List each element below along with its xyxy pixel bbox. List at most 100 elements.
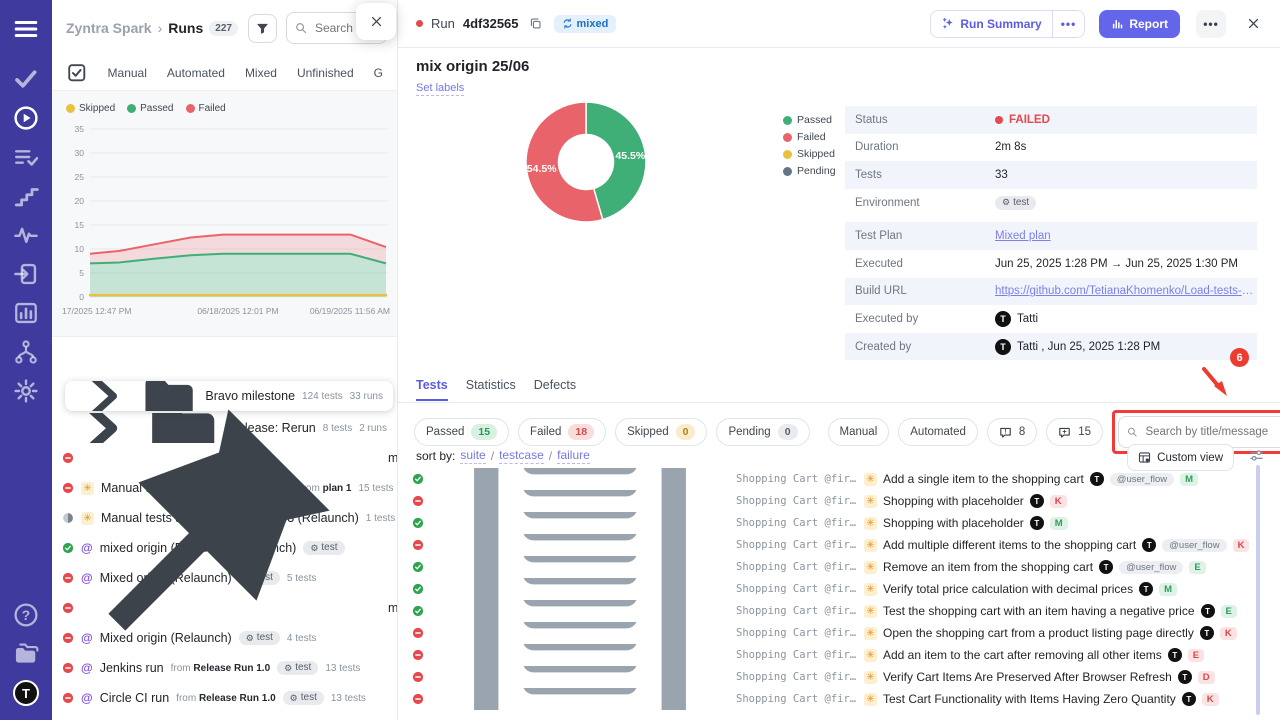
status-passed-icon [412, 517, 424, 529]
donut-legend-label: Skipped [797, 148, 835, 160]
clipboard-icon [430, 600, 730, 622]
sliders-icon[interactable] [1249, 448, 1264, 463]
test-row[interactable]: Shopping Cart @first...✳Verify Cart Item… [412, 666, 1256, 688]
rail-item-menu[interactable] [13, 16, 39, 42]
rail-item-activity[interactable] [13, 222, 39, 248]
run-detail-content: mix origin 25/06 Set labels 45.5%54.5% P… [398, 48, 1280, 720]
activity-icon [13, 222, 39, 248]
test-row[interactable]: Shopping Cart @first...✳Test Cart Functi… [412, 688, 1256, 710]
legend-dot [127, 104, 136, 113]
user-avatar: T [1168, 648, 1182, 662]
test-row[interactable]: Shopping Cart @first...✳Add multiple dif… [412, 534, 1256, 556]
tests-scrollbar[interactable] [1256, 465, 1260, 715]
more-actions-button[interactable]: ••• [1196, 10, 1226, 38]
svg-text:35: 35 [75, 124, 85, 134]
set-labels-link[interactable]: Set labels [416, 82, 464, 96]
test-row[interactable]: Shopping Cart @first...✳Remove an item f… [412, 556, 1256, 578]
test-row[interactable]: Shopping Cart @first...✳Add a single ite… [412, 468, 1256, 490]
svg-text:20: 20 [75, 196, 85, 206]
detail-link[interactable]: Mixed plan [995, 230, 1051, 242]
run-list-item[interactable]: @Circle CI runfrom Release Run 1.0⚙test1… [52, 683, 397, 713]
runs-tab-unfinished[interactable]: Unfinished [297, 66, 354, 80]
donut-legend-label: Failed [797, 131, 826, 143]
custom-view-button[interactable]: Custom view [1127, 444, 1234, 471]
pin-icon [54, 385, 354, 685]
rail-item-barchart[interactable] [13, 300, 39, 326]
sort-by-suite[interactable]: suite [460, 448, 485, 464]
rail-item-folders[interactable] [13, 641, 39, 667]
test-row[interactable]: Shopping Cart @first...✳Verify total pri… [412, 578, 1256, 600]
filter-passed-button[interactable]: Passed15 [414, 418, 509, 446]
filter-bubble-alert-button[interactable]: !8 [987, 418, 1037, 446]
filter-failed-button[interactable]: Failed18 [518, 418, 606, 446]
test-title: Shopping with placeholder [883, 494, 1024, 508]
rail-item-list-check[interactable] [13, 144, 39, 170]
test-tag: @user_flow [1119, 561, 1183, 574]
filter-skipped-button[interactable]: Skipped0 [615, 418, 707, 446]
filter-bubble-plus-button[interactable]: +15 [1046, 418, 1103, 446]
environment-label: test [301, 693, 317, 703]
test-row[interactable]: Shopping Cart @first...✳Add an item to t… [412, 644, 1256, 666]
tab-statistics[interactable]: Statistics [466, 378, 516, 401]
rail-item-steps[interactable] [13, 183, 39, 209]
rail-item-gear[interactable] [13, 378, 39, 404]
rail-item-branch[interactable] [13, 339, 39, 365]
detail-row-executed: ExecutedJun 25, 2025 1:28 PM → Jun 25, 2… [845, 250, 1257, 278]
run-summary-more-button[interactable]: ••• [1052, 11, 1085, 37]
user-avatar[interactable]: T [13, 680, 39, 706]
filter-pending-button[interactable]: Pending0 [716, 418, 809, 446]
run-status-dot [416, 20, 423, 27]
sort-by-testcase[interactable]: testcase [499, 448, 544, 464]
filter-button[interactable] [248, 14, 277, 43]
detail-value: FAILED [995, 114, 1050, 126]
close-panel-button[interactable] [356, 3, 396, 40]
report-button[interactable]: Report [1099, 10, 1180, 38]
rail-item-play-circle[interactable] [13, 105, 39, 131]
tab-tests[interactable]: Tests [416, 378, 448, 401]
close-icon [370, 15, 383, 28]
text-value: Jun 25, 2025 1:28 PM → Jun 25, 2025 1:30… [995, 258, 1238, 270]
runs-filter-tabs: Manual Automated Mixed Unfinished G [52, 56, 397, 91]
sort-separator: / [549, 449, 552, 463]
test-row[interactable]: Shopping Cart @first...✳Open the shoppin… [412, 622, 1256, 644]
sort-by-label: sort by: [416, 449, 455, 463]
filter-manual-button[interactable]: Manual [828, 418, 890, 446]
tests-search-input[interactable] [1143, 425, 1279, 439]
sort-by-failure[interactable]: failure [557, 448, 590, 464]
tab-defects[interactable]: Defects [534, 378, 576, 401]
sort-separator: / [491, 449, 494, 463]
copy-run-id-button[interactable] [529, 17, 542, 30]
runs-tab-mixed[interactable]: Mixed [245, 66, 277, 80]
close-run-button[interactable] [1240, 11, 1266, 37]
breadcrumb-section[interactable]: Runs [168, 20, 203, 36]
rail-item-check[interactable] [13, 66, 39, 92]
manual-test-icon: ✳ [864, 649, 877, 662]
test-row[interactable]: Shopping Cart @first...✳Shopping with pl… [412, 512, 1256, 534]
gear-icon [13, 378, 39, 404]
test-row[interactable]: Shopping Cart @first...✳Shopping with pl… [412, 490, 1256, 512]
folders-icon [13, 641, 39, 667]
run-detail-topbar: Run 4df32565 mixed Run Summary ••• Repor… [398, 0, 1280, 48]
results-donut-chart: 45.5%54.5% [498, 96, 678, 235]
runs-tab-manual[interactable]: Manual [108, 66, 147, 80]
runs-tab-g[interactable]: G [374, 66, 383, 80]
donut-value-label: 54.5% [527, 163, 557, 175]
filter-automated-button[interactable]: Automated [898, 418, 978, 446]
detail-link[interactable]: https://github.com/TetianaKhomenko/Load-… [995, 285, 1257, 297]
run-summary-button[interactable]: Run Summary ••• [930, 10, 1085, 38]
detail-value: 33 [995, 169, 1008, 181]
from-plan[interactable]: Release Run 1.0 [199, 693, 276, 704]
rail-item-import[interactable] [13, 261, 39, 287]
test-letter-badge: K [1202, 693, 1219, 706]
test-suite: Shopping Cart @first... [736, 539, 858, 551]
detail-value: ⚙test [995, 196, 1036, 210]
detail-row-executed-by: Executed byTTatti [845, 305, 1257, 333]
rail-item-help[interactable]: ? [13, 602, 39, 628]
test-title: Add an item to the cart after removing a… [883, 648, 1162, 662]
comment-count: 8 [1019, 426, 1025, 438]
select-runs-icon[interactable] [66, 62, 88, 84]
test-row[interactable]: Shopping Cart @first...✳Test the shoppin… [412, 600, 1256, 622]
breadcrumb-project[interactable]: Zyntra Spark [66, 20, 152, 36]
filter-label: Failed [530, 426, 561, 438]
runs-tab-automated[interactable]: Automated [167, 66, 225, 80]
